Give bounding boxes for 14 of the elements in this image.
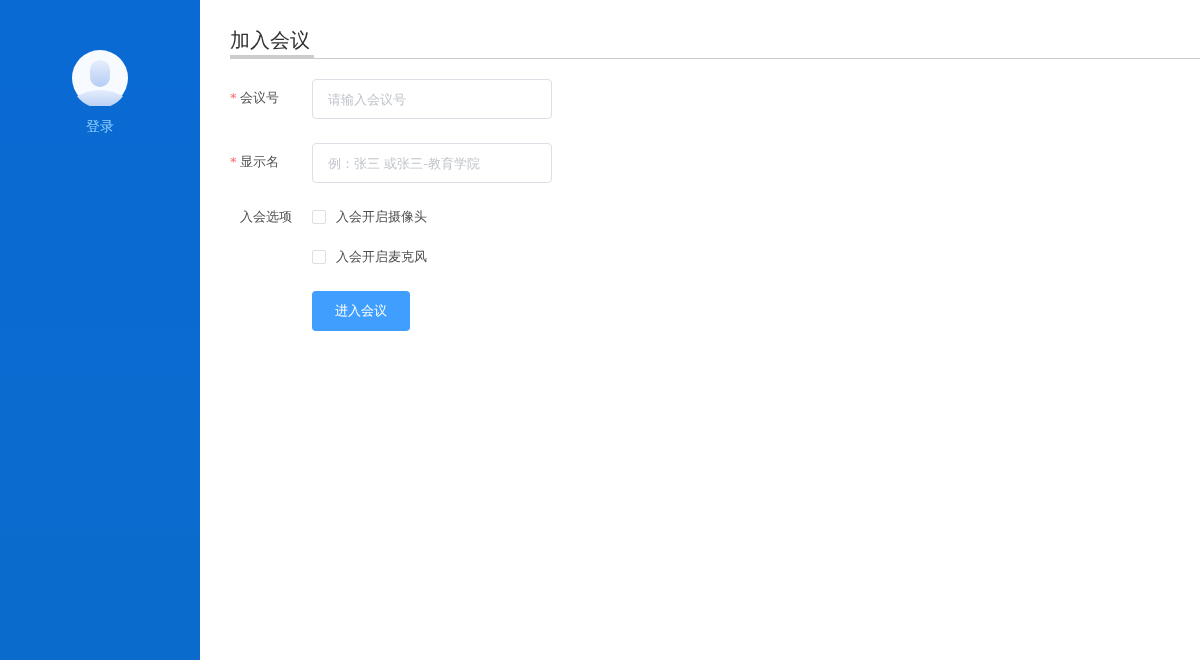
checkbox[interactable]: [312, 250, 326, 264]
join-button[interactable]: 进入会议: [312, 291, 410, 331]
login-link[interactable]: 登录: [86, 118, 114, 136]
page-title: 加入会议: [230, 26, 314, 59]
checkbox-label: 入会开启麦克风: [336, 248, 427, 266]
required-mark: *: [230, 153, 238, 171]
checkbox[interactable]: [312, 210, 326, 224]
required-mark: *: [230, 89, 238, 107]
input-field[interactable]: 请输入会议号: [312, 79, 552, 119]
field-label: 显示名: [240, 153, 279, 171]
field-label: 会议号: [240, 89, 279, 107]
field-label: 入会选项: [240, 208, 292, 226]
avatar-icon[interactable]: [72, 50, 128, 106]
checkbox-label: 入会开启摄像头: [336, 208, 427, 226]
